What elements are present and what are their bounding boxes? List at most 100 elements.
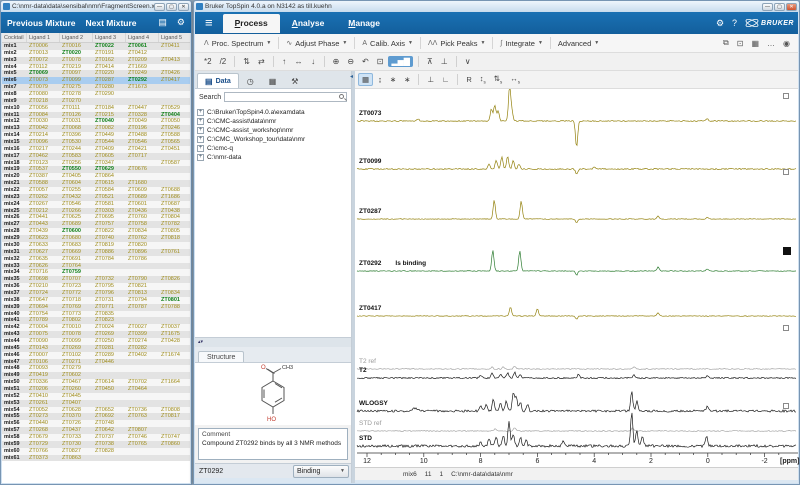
arrange-windows-icon[interactable]: ⧉ <box>719 38 733 48</box>
ligand-cell[interactable]: ZT0732 <box>93 276 126 283</box>
ligand-cell[interactable]: ZT0588 <box>159 132 190 139</box>
ligand-cell[interactable]: ZT0788 <box>159 304 190 311</box>
ligand-cell[interactable]: ZT0404 <box>159 112 190 119</box>
ligand-cell[interactable]: ZT0428 <box>159 338 190 345</box>
ligand-cell[interactable]: ZT1680 <box>126 180 159 187</box>
ligand-cell[interactable]: ZT0772 <box>60 290 93 297</box>
ligand-cell[interactable]: ZT0736 <box>126 407 159 414</box>
ligand-cell[interactable]: ZT0642 <box>93 427 126 434</box>
search-input[interactable] <box>224 92 347 102</box>
ligand-cell[interactable]: ZT0766 <box>27 448 60 455</box>
table-row[interactable]: mix34ZT0716ZT0759 <box>2 269 190 276</box>
ligand-cell[interactable]: ZT0544 <box>93 139 126 146</box>
ligand-cell[interactable]: ZT0020 <box>60 50 93 57</box>
ligand-cell[interactable]: ZT0250 <box>93 338 126 345</box>
ligand-cell[interactable] <box>159 427 190 434</box>
ligand-cell[interactable]: ZT0411 <box>159 43 190 50</box>
table-row[interactable]: mix31ZT0627ZT0669ZT0886ZT0896ZT0761 <box>2 249 190 256</box>
ligand-cell[interactable]: ZT0789 <box>27 317 60 324</box>
ligand-cell[interactable]: ZT0826 <box>159 276 190 283</box>
ligand-cell[interactable]: ZT0771 <box>93 304 126 311</box>
baseline-at-bottom-icon[interactable]: ⊥ <box>424 74 437 85</box>
topspin-titlebar[interactable]: Bruker TopSpin 4.0.a on N3142 as till.ku… <box>194 1 799 12</box>
table-row[interactable]: mix10ZT0056ZT0111ZT0184ZT0447ZT0529 <box>2 105 190 112</box>
table-row[interactable]: mix46ZT0007ZT0102ZT0289ZT0402ZT1674 <box>2 352 190 359</box>
ligand-cell[interactable]: ZT0834 <box>159 290 190 297</box>
ligand-cell[interactable]: ZT0625 <box>60 214 93 221</box>
ligand-cell[interactable]: ZT0695 <box>93 214 126 221</box>
integrate-menu[interactable]: ∫Integrate▼ <box>495 37 547 50</box>
ligand-cell[interactable]: ZT0220 <box>93 70 126 77</box>
ligand-cell[interactable]: ZT0289 <box>93 352 126 359</box>
ligand-cell[interactable] <box>126 393 159 400</box>
ts-close-button[interactable]: ✕ <box>786 3 797 11</box>
table-row[interactable]: mix41ZT0789ZT0802ZT0823 <box>2 317 190 324</box>
ligand-cell[interactable]: ZT0729 <box>27 441 60 448</box>
ligand-cell[interactable] <box>126 455 159 462</box>
undo-zoom-button[interactable]: ↶ <box>359 56 372 67</box>
scale-all-vertical-icon[interactable]: ↕s <box>477 73 489 86</box>
ligand-cell[interactable]: ZT0370 <box>60 413 93 420</box>
ligand-cell[interactable] <box>159 263 190 270</box>
tree-item[interactable]: +C:\nmr-data <box>197 153 349 162</box>
ligand-cell[interactable] <box>126 359 159 366</box>
ligand-cell[interactable]: ZT0834 <box>126 228 159 235</box>
ligand-cell[interactable]: ZT0449 <box>93 132 126 139</box>
table-row[interactable]: mix28ZT0439ZT0600ZT0822ZT0834ZT0805 <box>2 228 190 235</box>
ligand-cell[interactable]: ZT0261 <box>27 400 60 407</box>
move-down-button[interactable]: ↓ <box>308 56 319 67</box>
ligand-cell[interactable]: ZT0828 <box>93 448 126 455</box>
ligand-cell[interactable]: ZT0716 <box>27 269 60 276</box>
ligand-cell[interactable]: ZT0007 <box>27 352 60 359</box>
table-row[interactable]: mix26ZT0441ZT0625ZT0695ZT0760ZT0804 <box>2 214 190 221</box>
ligand-cell[interactable]: ZT0447 <box>126 105 159 112</box>
ligand-cell[interactable] <box>126 91 159 98</box>
table-row[interactable]: mix37ZT0724ZT0772ZT0796ZT0813ZT0834 <box>2 290 190 297</box>
ligand-cell[interactable]: ZT0347 <box>93 160 126 167</box>
ligand-cell[interactable]: ZT0056 <box>27 105 60 112</box>
ligand-cell[interactable]: ZT0687 <box>159 201 190 208</box>
ligand-cell[interactable]: ZT0078 <box>60 331 93 338</box>
ligand-cell[interactable]: ZT0022 <box>93 43 126 50</box>
ligand-cell[interactable] <box>126 269 159 276</box>
ligand-cell[interactable]: ZT0808 <box>159 407 190 414</box>
table-row[interactable]: mix38ZT0647ZT0718ZT0731ZT0794ZT0801 <box>2 297 190 304</box>
tab-structure[interactable]: Structure <box>198 351 244 362</box>
ligand-cell[interactable]: ZT0270 <box>60 98 93 105</box>
ligand-cell[interactable]: ZT0587 <box>159 160 190 167</box>
table-row[interactable]: mix8ZT0080ZT0278ZT0290 <box>2 91 190 98</box>
ligand-cell[interactable]: ZT0437 <box>60 427 93 434</box>
ligand-cell[interactable]: ZT0097 <box>60 70 93 77</box>
ligand-cell[interactable]: ZT0804 <box>159 214 190 221</box>
ligand-cell[interactable]: ZT0773 <box>60 311 93 318</box>
ligand-cell[interactable]: ZT0184 <box>93 105 126 112</box>
ligand-cell[interactable]: ZT0443 <box>27 221 60 228</box>
ligand-cell[interactable]: ZT0626 <box>27 263 60 270</box>
ligand-cell[interactable]: ZT0219 <box>60 64 93 71</box>
tab-history[interactable]: ◷ <box>240 74 261 88</box>
spectrum-marker[interactable] <box>783 325 789 331</box>
ligand-cell[interactable]: ZT1675 <box>159 331 190 338</box>
table-row[interactable]: mix12ZT0030ZT0031ZT0040ZT0049ZT0050 <box>2 118 190 125</box>
table-row[interactable]: mix6ZT0073ZT0099ZT0287ZT0292ZT0417 <box>2 77 190 84</box>
table-row[interactable]: mix56ZT0440ZT0726ZT0748 <box>2 420 190 427</box>
maximize-button[interactable]: ▢ <box>166 3 177 11</box>
full-view-button[interactable]: ⊡ <box>374 56 387 67</box>
ligand-cell[interactable] <box>159 448 190 455</box>
overlay-button[interactable]: ⊼ <box>424 56 436 67</box>
ligand-cell[interactable]: ZT0546 <box>60 201 93 208</box>
panel-splitter[interactable]: ▴▾ <box>195 337 351 347</box>
ligand-cell[interactable] <box>93 365 126 372</box>
ligand-cell[interactable]: ZT0896 <box>126 249 159 256</box>
ligand-cell[interactable]: ZT0255 <box>60 187 93 194</box>
ligand-cell[interactable]: ZT0731 <box>93 297 126 304</box>
adjust-phase-menu[interactable]: ∿Adjust Phase▼ <box>281 37 352 50</box>
ligand-cell[interactable]: ZT0683 <box>60 242 93 249</box>
ligand-cell[interactable] <box>126 98 159 105</box>
ligand-cell[interactable]: ZT0813 <box>126 290 159 297</box>
ligand-cell[interactable]: ZT0303 <box>93 208 126 215</box>
ligand-cell[interactable]: ZT0256 <box>60 160 93 167</box>
ligand-cell[interactable] <box>159 345 190 352</box>
expand-icon[interactable]: + <box>197 109 204 116</box>
pick-peaks-menu[interactable]: ΛΛPick Peaks▼ <box>423 37 490 50</box>
